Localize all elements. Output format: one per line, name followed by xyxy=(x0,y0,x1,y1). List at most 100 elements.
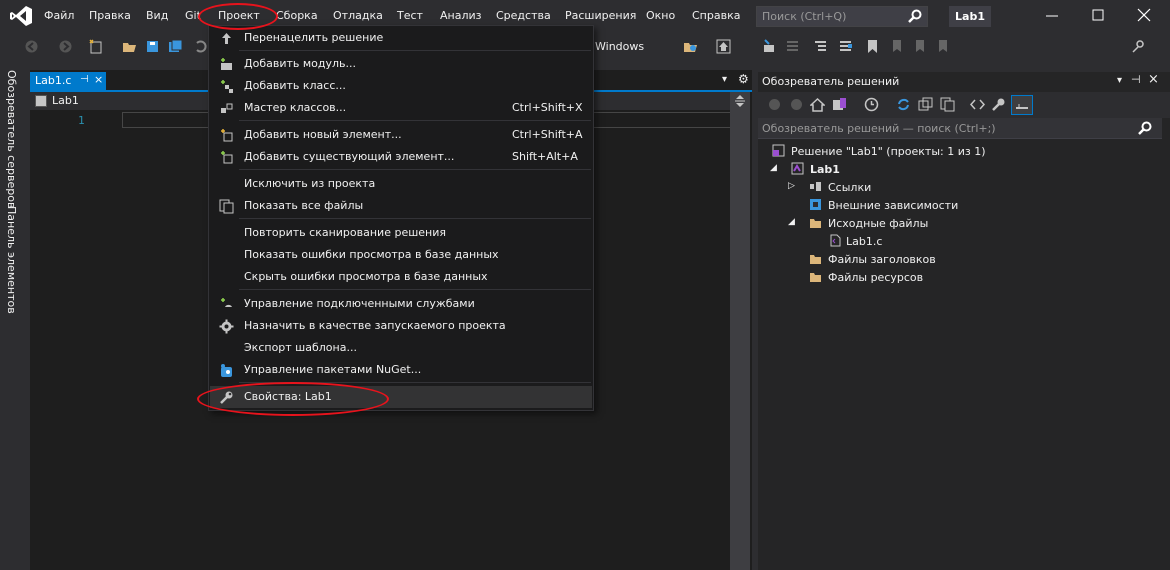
preview-toggle[interactable] xyxy=(1011,95,1033,115)
save-all-icon[interactable] xyxy=(168,39,183,54)
tree-solution[interactable]: Решение "Lab1" (проекты: 1 из 1) xyxy=(791,145,986,158)
editor-scrollbar[interactable] xyxy=(730,92,750,570)
new-project-icon[interactable] xyxy=(88,39,103,54)
menu-item-show-db-errors[interactable]: Показать ошибки просмотра в базе данных xyxy=(210,244,592,266)
menu-separator xyxy=(239,218,591,219)
menu-tools[interactable]: Средства xyxy=(496,9,551,22)
show-all-files-icon[interactable] xyxy=(940,97,955,112)
next-bookmark-icon[interactable] xyxy=(911,39,926,54)
close-icon[interactable] xyxy=(1137,8,1151,22)
back-icon[interactable] xyxy=(768,98,781,111)
search-icon[interactable] xyxy=(908,9,922,23)
pin-icon[interactable]: ⊣ xyxy=(80,74,89,85)
tree-node-external-deps[interactable]: Внешние зависимости xyxy=(828,199,958,212)
connected-services-icon xyxy=(221,298,232,307)
menu-extensions[interactable]: Расширения xyxy=(565,9,636,22)
menu-item-show-all-files[interactable]: Показать все файлы xyxy=(210,195,592,217)
menu-item-add-existing-item[interactable]: Добавить существующий элемент... Shift+A… xyxy=(210,146,592,168)
folder-icon xyxy=(810,255,821,264)
menu-test[interactable]: Тест xyxy=(397,9,423,22)
switch-views-icon[interactable] xyxy=(832,97,847,112)
menu-analyze[interactable]: Анализ xyxy=(440,9,482,22)
tree-project[interactable]: Lab1 xyxy=(810,163,840,176)
format-icon[interactable] xyxy=(785,39,800,54)
tab-lab1-c[interactable]: Lab1.c ⊣ × xyxy=(30,72,106,90)
external-deps-icon xyxy=(810,199,821,210)
menu-item-rescan-solution[interactable]: Повторить сканирование решения xyxy=(210,222,592,244)
settings-gear-icon[interactable]: ⚙ xyxy=(738,72,749,86)
menu-file[interactable]: Файл xyxy=(44,9,74,22)
expand-arrow-icon[interactable]: ▷ xyxy=(788,181,795,191)
tree-node-lab1-c[interactable]: Lab1.c xyxy=(846,235,882,248)
menu-item-shortcut: Shift+Alt+A xyxy=(512,150,578,163)
menu-item-label: Мастер классов... xyxy=(244,101,347,114)
wrench-icon[interactable] xyxy=(991,97,1006,112)
code-view-icon[interactable] xyxy=(970,97,985,112)
refresh-icon[interactable] xyxy=(896,97,911,112)
menu-item-connected-services[interactable]: Управление подключенными службами xyxy=(210,293,592,315)
split-icon[interactable] xyxy=(733,94,747,108)
maximize-icon[interactable] xyxy=(1091,8,1105,22)
toolbox-tab[interactable]: Панель элементов xyxy=(5,206,18,314)
open-folder-icon[interactable] xyxy=(122,39,137,54)
forward-icon[interactable] xyxy=(58,39,73,54)
clear-bookmarks-icon[interactable] xyxy=(934,39,949,54)
home-icon[interactable] xyxy=(810,97,825,112)
menu-item-label: Скрыть ошибки просмотра в базе данных xyxy=(244,270,488,283)
search-icon[interactable] xyxy=(1138,121,1152,135)
menu-item-label: Добавить новый элемент... xyxy=(244,128,402,141)
nuget-icon xyxy=(221,364,232,377)
browse-folder-icon[interactable] xyxy=(683,39,698,54)
tab-list-dropdown-icon[interactable]: ▾ xyxy=(722,74,727,85)
visual-studio-logo-icon[interactable] xyxy=(9,5,33,27)
panel-pin-icon[interactable]: ⊣ xyxy=(1131,73,1141,86)
platform-selector[interactable]: Windows xyxy=(595,40,644,53)
menu-help[interactable]: Справка xyxy=(692,9,740,22)
back-icon[interactable] xyxy=(24,39,39,54)
solution-explorer-search-input[interactable]: Обозреватель решений — поиск (Ctrl+;) xyxy=(758,118,1162,139)
tab-close-icon[interactable]: × xyxy=(94,73,103,86)
forward-icon[interactable] xyxy=(790,98,803,111)
server-explorer-tab[interactable]: Обозреватель серверов xyxy=(5,70,18,208)
minimize-icon[interactable] xyxy=(1045,8,1059,22)
menu-item-shortcut: Ctrl+Shift+A xyxy=(512,128,583,141)
live-share-icon[interactable] xyxy=(1131,39,1146,54)
gear-icon xyxy=(219,319,234,334)
collapse-arrow-icon[interactable]: ◢ xyxy=(770,163,777,173)
menu-view[interactable]: Вид xyxy=(146,9,168,22)
collapse-arrow-icon[interactable]: ◢ xyxy=(788,217,795,227)
prev-bookmark-icon[interactable] xyxy=(888,39,903,54)
menu-item-exclude-from-project[interactable]: Исключить из проекта xyxy=(210,173,592,195)
menu-build[interactable]: Сборка xyxy=(276,9,318,22)
panel-close-icon[interactable]: × xyxy=(1148,72,1159,87)
menu-debug[interactable]: Отладка xyxy=(333,9,383,22)
menu-item-export-template[interactable]: Экспорт шаблона... xyxy=(210,337,592,359)
menu-item-add-class[interactable]: Добавить класс... xyxy=(210,75,592,97)
tree-node-references[interactable]: Ссылки xyxy=(828,181,871,194)
home-icon[interactable] xyxy=(716,39,731,54)
tree-node-header-files[interactable]: Файлы заголовков xyxy=(828,253,936,266)
menu-window[interactable]: Окно xyxy=(646,9,675,22)
menu-item-hide-db-errors[interactable]: Скрыть ошибки просмотра в базе данных xyxy=(210,266,592,288)
menu-edit[interactable]: Правка xyxy=(89,9,131,22)
menu-item-class-wizard[interactable]: Мастер классов... Ctrl+Shift+X xyxy=(210,97,592,119)
undo-icon[interactable] xyxy=(193,39,208,54)
menu-item-add-new-item[interactable]: Добавить новый элемент... Ctrl+Shift+A xyxy=(210,124,592,146)
tree-node-source-files[interactable]: Исходные файлы xyxy=(828,217,928,230)
menu-separator xyxy=(239,50,591,51)
indent-icon[interactable] xyxy=(813,39,828,54)
menu-item-add-module[interactable]: Добавить модуль... xyxy=(210,53,592,75)
menu-item-manage-nuget[interactable]: Управление пакетами NuGet... xyxy=(210,359,592,381)
bookmark-icon[interactable] xyxy=(865,39,880,54)
history-icon[interactable] xyxy=(864,97,879,112)
collapse-all-icon[interactable] xyxy=(918,97,933,112)
menu-item-set-startup-project[interactable]: Назначить в качестве запускаемого проект… xyxy=(210,315,592,337)
menu-item-retarget[interactable]: Перенацелить решение xyxy=(210,27,592,49)
search-input[interactable]: Поиск (Ctrl+Q) xyxy=(756,6,928,27)
step-icon[interactable] xyxy=(762,39,777,54)
tree-node-resource-files[interactable]: Файлы ресурсов xyxy=(828,271,923,284)
panel-dropdown-icon[interactable]: ▾ xyxy=(1117,75,1122,86)
save-icon[interactable] xyxy=(145,39,160,54)
outdent-icon[interactable] xyxy=(838,39,853,54)
folder-icon xyxy=(810,273,821,282)
